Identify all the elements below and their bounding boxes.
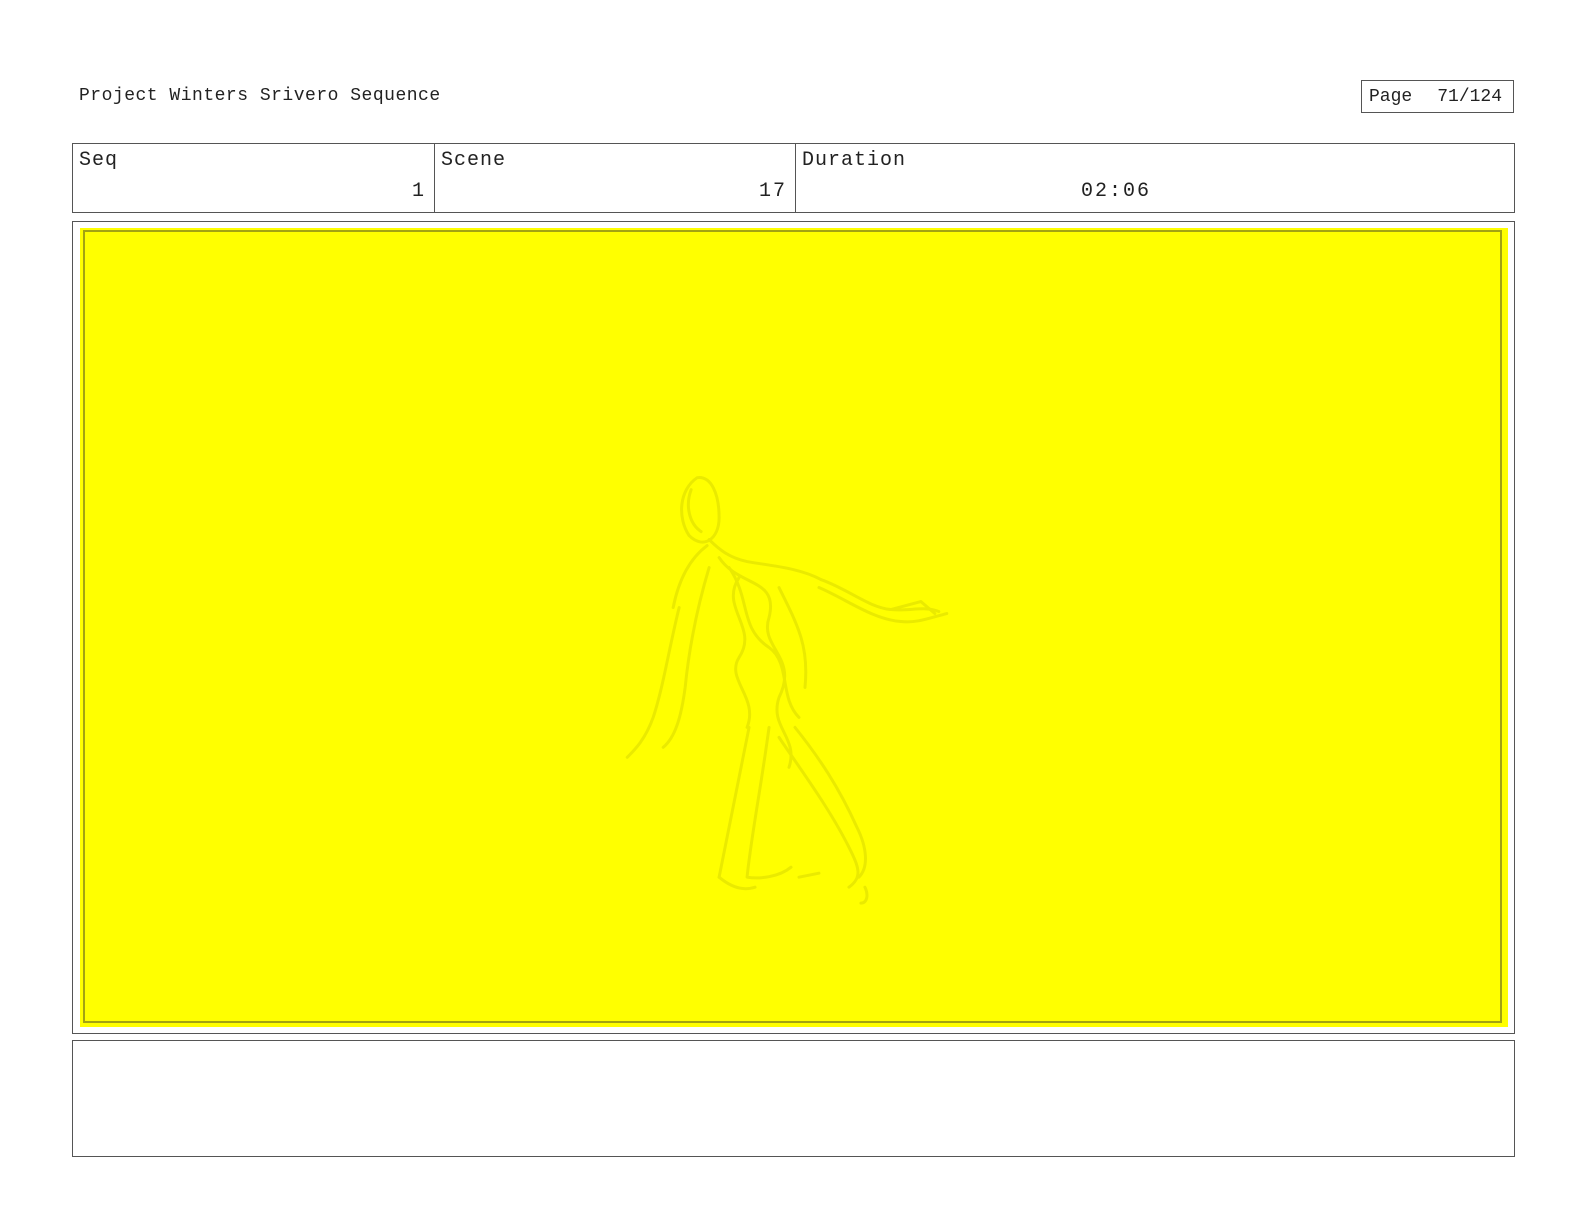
scene-cell: Scene 17 [434,144,795,212]
page-indicator: Page 71/124 [1361,80,1514,113]
seq-label: Seq [79,149,119,172]
notes-box [72,1040,1515,1157]
page-label: Page [1369,86,1413,107]
shot-info-row: Seq 1 Scene 17 Duration 02:06 [72,143,1515,213]
project-title: Project Winters Srivero Sequence [79,86,441,106]
duration-cell: Duration 02:06 [795,144,1514,212]
duration-label: Duration [802,149,907,172]
duration-value: 02:06 [1081,180,1152,203]
page-number: 71/124 [1437,86,1503,107]
seq-cell: Seq 1 [73,144,434,212]
scene-label: Scene [441,149,507,172]
storyboard-panel [72,221,1515,1034]
scene-value: 17 [758,180,787,203]
figure-sketch [625,476,949,905]
seq-value: 1 [411,180,426,203]
panel-image [80,228,1508,1027]
